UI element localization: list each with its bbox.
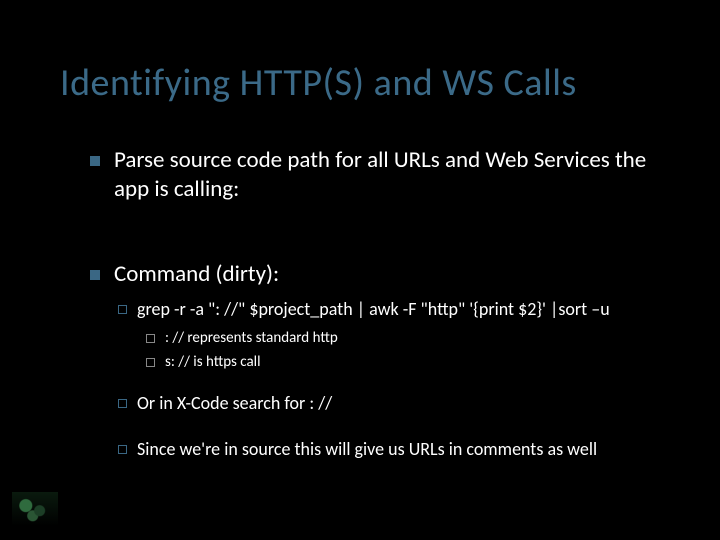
hollow-square-bullet-icon [118, 305, 127, 314]
hollow-square-bullet-icon [118, 399, 127, 408]
bullet-level-2: Or in X-Code search for : // [118, 392, 680, 415]
hollow-square-bullet-icon [146, 358, 155, 367]
bullet-text: Command (dirty): [114, 260, 279, 289]
slide: Identifying HTTP(S) and WS Calls Parse s… [0, 0, 720, 540]
bullet-text: Or in X-Code search for : // [137, 392, 332, 415]
hollow-square-bullet-icon [118, 445, 127, 454]
bullet-level-1: Command (dirty): [90, 260, 680, 289]
bullet-text: s: // is https call [165, 352, 261, 372]
slide-content: Parse source code path for all URLs and … [90, 146, 680, 461]
slide-title: Identifying HTTP(S) and WS Calls [60, 60, 680, 106]
bullet-text: : // represents standard http [165, 328, 338, 348]
square-bullet-icon [90, 156, 100, 166]
bullet-level-1: Parse source code path for all URLs and … [90, 146, 680, 204]
bullet-level-2: Since we're in source this will give us … [118, 438, 680, 461]
bullet-text: Parse source code path for all URLs and … [114, 146, 680, 204]
bullet-level-3: s: // is https call [146, 352, 680, 372]
bullet-level-3: : // represents standard http [146, 328, 680, 348]
bullet-level-2: grep -r -a ": //" $project_path | awk -F… [118, 298, 680, 321]
bullet-text: grep -r -a ": //" $project_path | awk -F… [137, 298, 610, 321]
square-bullet-icon [90, 270, 100, 280]
hollow-square-bullet-icon [146, 334, 155, 343]
decorative-thumbnail-icon [12, 492, 58, 526]
bullet-text: Since we're in source this will give us … [137, 438, 597, 461]
